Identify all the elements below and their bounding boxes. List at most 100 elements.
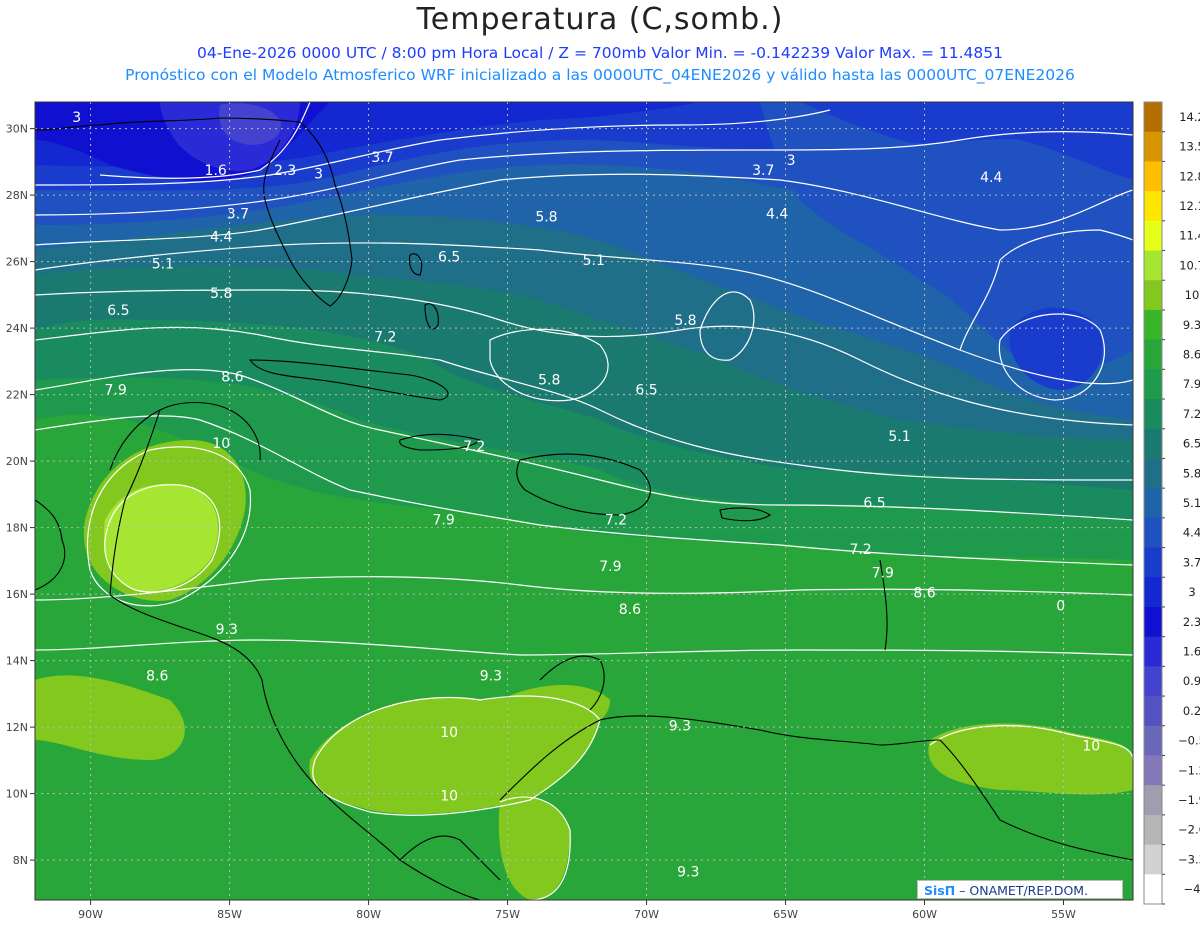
- colorbar-label: −4: [1184, 882, 1200, 896]
- credit-box: SisΠ – ONAMET/REP.DOM.: [917, 880, 1123, 899]
- lat-tick-label: 20N: [6, 455, 28, 468]
- colorbar-label: 5.1: [1183, 496, 1200, 510]
- colorbar-swatch: [1144, 517, 1162, 549]
- colorbar-label: 0.9: [1183, 674, 1200, 688]
- contour-label: 1.6: [205, 163, 227, 179]
- shaded-field: [35, 102, 1133, 900]
- contour-label: 2.3: [274, 163, 296, 179]
- lat-tick-label: 28N: [6, 189, 28, 202]
- contour-label: 6.5: [107, 303, 129, 319]
- colorbar-label: 6.5: [1183, 437, 1200, 451]
- contour-label: 7.2: [374, 329, 396, 345]
- colorbar-swatch: [1144, 309, 1162, 341]
- contour-label: 7.9: [872, 565, 894, 581]
- lat-tick-label: 22N: [6, 389, 28, 402]
- credit-text: – ONAMET/REP.DOM.: [955, 883, 1089, 898]
- contour-label: 7.2: [605, 512, 627, 528]
- contour-label: 8.6: [146, 669, 168, 685]
- contour-label: 10: [440, 725, 458, 741]
- contour-label: 8.6: [619, 602, 641, 618]
- contour-label: 6.5: [863, 496, 885, 512]
- colorbar-label: 7.9: [1183, 377, 1200, 391]
- colorbar-label: 3.7: [1183, 555, 1200, 569]
- credit-brand: SisΠ: [924, 883, 956, 898]
- contour-label: 3.7: [371, 150, 393, 166]
- colorbar-swatch: [1144, 785, 1162, 816]
- colorbar-swatch: [1144, 488, 1162, 519]
- longitude-axis: 90W 85W 80W 75W 70W 65W 60W 55W: [78, 900, 1076, 921]
- colorbar-label: −0.5: [1178, 734, 1200, 748]
- colorbar-swatch: [1144, 369, 1162, 400]
- lat-tick-label: 24N: [6, 322, 28, 335]
- temperature-map: 30N 28N 26N 24N 22N 20N 18N 16N 14N 12N 10N 8N 90W 8…: [6, 101, 1200, 921]
- colorbar-swatch: [1144, 131, 1162, 162]
- lon-tick-label: 55W: [1051, 908, 1076, 921]
- colorbar-label: 12.8: [1179, 169, 1200, 183]
- colorbar-label: 4.4: [1183, 526, 1200, 540]
- lon-tick-label: 70W: [634, 908, 659, 921]
- colorbar-label: 8.6: [1183, 347, 1200, 361]
- contour-label: 7.2: [463, 439, 485, 455]
- contour-label: 3: [787, 153, 796, 169]
- colorbar-swatch: [1144, 577, 1162, 608]
- contour-label: 9.3: [669, 718, 691, 734]
- contour-label: 6.5: [635, 383, 657, 399]
- colorbar-swatch: [1144, 755, 1162, 786]
- colorbar-swatch: [1144, 220, 1162, 252]
- colorbar-swatch: [1144, 666, 1162, 697]
- colorbar-label: 13.5: [1179, 140, 1200, 154]
- colorbar-label: −1.9: [1178, 793, 1200, 807]
- contour-label: 7.9: [432, 512, 454, 528]
- contour-label: 9.3: [677, 865, 699, 881]
- colorbar-label: −3.3: [1178, 852, 1200, 866]
- lat-tick-label: 16N: [6, 588, 28, 601]
- contour-label: 9.3: [216, 622, 238, 638]
- contour-label: 5.1: [152, 256, 174, 272]
- colorbar-swatch: [1144, 606, 1162, 638]
- contour-label: 5.8: [535, 210, 557, 226]
- lon-tick-label: 90W: [78, 908, 103, 921]
- contour-label: 9.3: [480, 669, 502, 685]
- contour-label: 7.9: [104, 383, 126, 399]
- lon-tick-label: 65W: [773, 908, 798, 921]
- lat-tick-label: 30N: [6, 123, 28, 136]
- colorbar-swatch: [1144, 102, 1162, 133]
- contour-label: 6.5: [438, 250, 460, 266]
- lon-tick-label: 60W: [912, 908, 937, 921]
- contour-label: 8.6: [221, 369, 243, 385]
- colorbar-label: 11.4: [1179, 229, 1200, 243]
- contour-label: 5.8: [674, 313, 696, 329]
- colorbar-swatch: [1144, 844, 1162, 875]
- contour-label: 0: [1056, 599, 1065, 615]
- colorbar-label: −1.2: [1178, 763, 1200, 777]
- lat-tick-label: 8N: [13, 854, 28, 867]
- colorbar-swatch: [1144, 547, 1162, 578]
- colorbar-swatch: [1144, 399, 1162, 430]
- colorbar-swatch: [1144, 191, 1162, 222]
- lat-tick-label: 10N: [6, 788, 28, 801]
- contour-label: 10: [212, 436, 230, 452]
- lon-tick-label: 80W: [356, 908, 381, 921]
- colorbar-label: 10: [1185, 288, 1200, 302]
- contour-label: 3: [72, 110, 81, 126]
- colorbar-swatch: [1144, 428, 1162, 459]
- contour-label: 3.7: [752, 163, 774, 179]
- colorbar-label: 10.7: [1179, 258, 1200, 272]
- lat-tick-label: 18N: [6, 522, 28, 535]
- colorbar-label: 9.3: [1183, 318, 1200, 332]
- contour-label: 7.9: [599, 559, 621, 575]
- contour-label: 5.1: [888, 429, 910, 445]
- contour-label: 5.1: [583, 253, 605, 269]
- contour-label: 10: [1082, 738, 1100, 754]
- colorbar-label: 0.2: [1183, 704, 1200, 718]
- colorbar-label: −2.6: [1178, 823, 1200, 837]
- lon-tick-label: 75W: [495, 908, 520, 921]
- contour-label: 4.4: [210, 230, 232, 246]
- colorbar-swatch: [1144, 250, 1162, 281]
- latitude-axis: 30N 28N 26N 24N 22N 20N 18N 16N 14N 12N 10N 8N: [6, 123, 35, 867]
- colorbar-swatch: [1144, 874, 1162, 905]
- colorbar-legend: 14.2 13.5 12.8 12.1 11.4 10.7 10 9.3 8.6 7.9 7.2 6.…: [1143, 101, 1200, 905]
- lat-tick-label: 26N: [6, 256, 28, 269]
- colorbar-label: 5.8: [1183, 466, 1200, 480]
- contour-label: 4.4: [766, 206, 788, 222]
